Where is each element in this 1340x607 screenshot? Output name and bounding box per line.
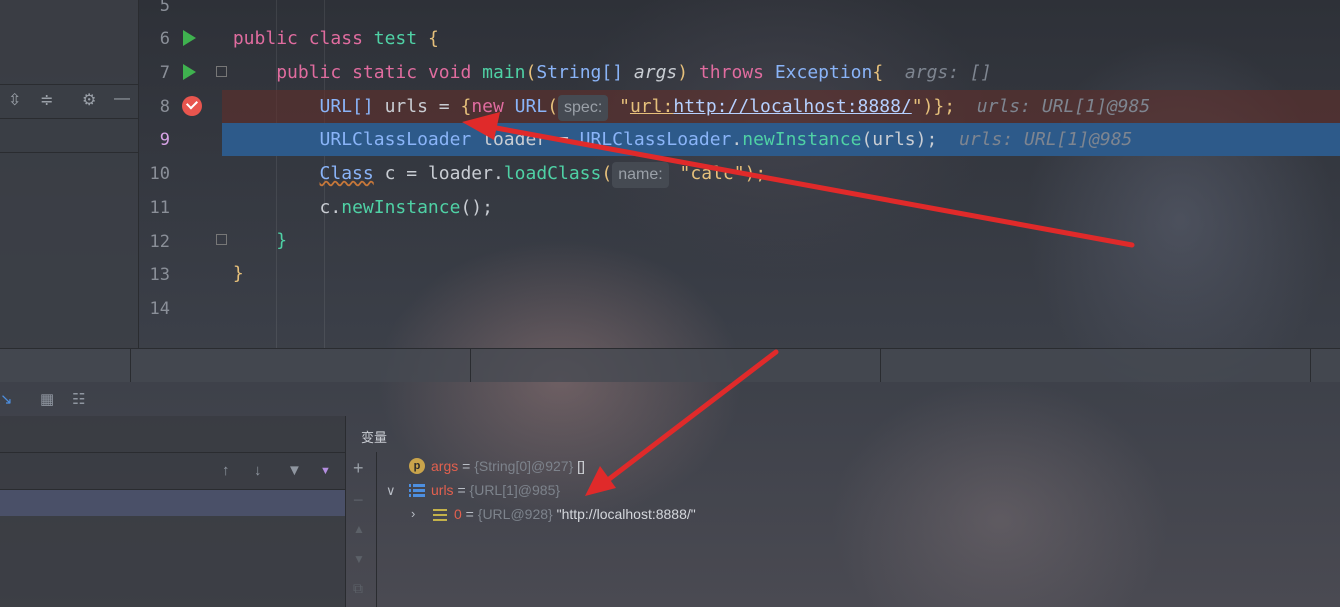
- line-number: 8: [159, 97, 170, 117]
- run-icon[interactable]: [183, 64, 196, 80]
- code-line-12: }: [276, 230, 288, 251]
- filter-icon[interactable]: ▼: [287, 462, 302, 479]
- line-number: 6: [159, 29, 170, 49]
- project-panel: [0, 0, 139, 348]
- collapse-all-icon[interactable]: ≑: [40, 90, 53, 110]
- minimize-icon[interactable]: —: [114, 90, 130, 108]
- chevron-right-icon[interactable]: ›: [411, 506, 415, 521]
- line-number: 7: [159, 63, 170, 83]
- param-inlay-hint: name:: [612, 162, 669, 188]
- inline-debug-hint: args: []: [904, 62, 992, 83]
- field-icon: [433, 509, 447, 521]
- gear-icon[interactable]: ⚙: [82, 90, 96, 110]
- code-line-9-execution-point: URLClassLoader loader = URLClassLoader.n…: [222, 123, 1340, 156]
- variables-title: 变量: [361, 430, 388, 445]
- code-line-13: }: [232, 263, 244, 284]
- code-editor[interactable]: public class test { public static void m…: [222, 0, 1340, 348]
- arrow-up-icon[interactable]: ↑: [222, 462, 230, 479]
- table-icon[interactable]: ▦: [40, 390, 54, 408]
- line-number: 11: [149, 198, 170, 218]
- selected-frame[interactable]: [0, 490, 345, 516]
- variables-side-toolbar: + − ▲ ▼ ⧉: [346, 452, 377, 607]
- chevron-down-icon[interactable]: ∨: [386, 483, 396, 499]
- inline-debug-hint: urls: URL[1]@985: [976, 96, 1151, 117]
- dropdown-icon[interactable]: ▼: [320, 465, 331, 477]
- line-number: 14: [149, 299, 170, 319]
- variable-row-0[interactable]: 0 = {URL@928} "http://localhost:8888/": [454, 502, 696, 526]
- frames-panel: [0, 416, 346, 607]
- arrow-down-icon[interactable]: ↓: [254, 462, 262, 479]
- debug-toolbar: [0, 382, 1340, 416]
- code-line-6: public class test {: [232, 28, 439, 49]
- up-icon[interactable]: ▲: [353, 522, 365, 536]
- line-number-current: 9: [159, 130, 170, 150]
- layout-icon[interactable]: ☷: [72, 390, 85, 408]
- copy-icon[interactable]: ⧉: [353, 580, 363, 597]
- expand-all-icon[interactable]: ⇳: [8, 90, 21, 110]
- code-line-8-breakpoint: URL[] urls = {new URL(spec: "url:http://…: [222, 90, 1340, 123]
- variables-panel: 变量 + − ▲ ▼ ⧉ p args = {String[0]@927} []…: [346, 416, 1340, 607]
- line-number: 13: [149, 265, 170, 285]
- parameter-icon: p: [409, 458, 425, 474]
- line-number: 10: [149, 164, 170, 184]
- url-link: http://localhost:8888/: [673, 96, 912, 117]
- step-into-icon[interactable]: ↘: [0, 390, 13, 408]
- list-icon: [409, 484, 425, 498]
- line-number: 5: [159, 0, 170, 16]
- code-line-10: Class c = loader.loadClass(name: "calc")…: [222, 157, 1340, 190]
- down-icon[interactable]: ▼: [353, 552, 365, 566]
- minus-icon[interactable]: −: [353, 490, 364, 511]
- run-icon[interactable]: [183, 30, 196, 46]
- variable-row-urls[interactable]: urls = {URL[1]@985}: [431, 478, 560, 502]
- code-line-11: c.newInstance();: [319, 197, 493, 218]
- param-inlay-hint: spec:: [558, 95, 609, 121]
- inline-debug-hint: urls: URL[1]@985: [959, 129, 1133, 150]
- breakpoint-icon[interactable]: [182, 96, 202, 116]
- panel-splitter[interactable]: [0, 348, 1340, 382]
- add-icon[interactable]: +: [353, 458, 364, 479]
- code-line-7: public static void main(String[] args) t…: [276, 62, 992, 83]
- variable-row-args[interactable]: args = {String[0]@927} []: [431, 454, 585, 478]
- line-number: 12: [149, 232, 170, 252]
